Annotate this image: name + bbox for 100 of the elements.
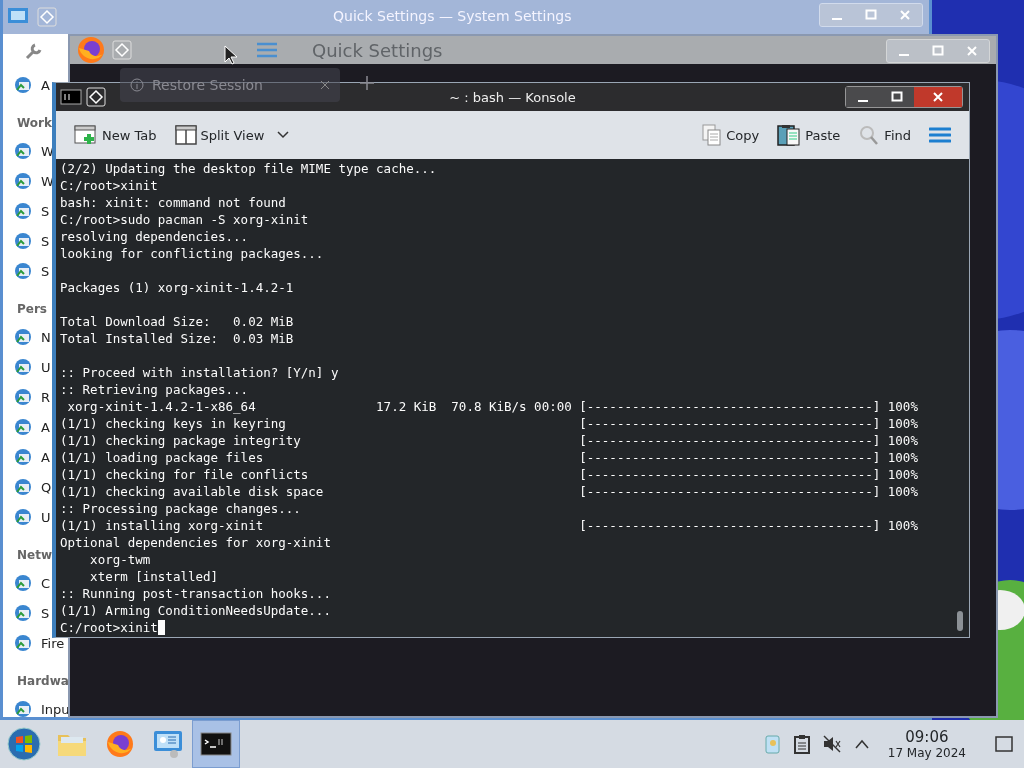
terminal-line: :: Running post-transaction hooks... — [60, 585, 331, 602]
settings-icon — [13, 201, 33, 221]
wrench-icon[interactable] — [23, 42, 43, 62]
sidebar-section-header: Netw — [17, 548, 52, 562]
settings-icon — [13, 417, 33, 437]
terminal-line: xterm [installed] — [89, 568, 219, 585]
sidebar-item[interactable]: C — [41, 575, 51, 591]
sidebar-section-header: Pers — [17, 302, 47, 316]
toolbar-button[interactable]: Paste — [773, 120, 845, 150]
terminal-line: :: Processing package changes... — [60, 500, 301, 517]
scrollbar-handle[interactable] — [957, 611, 963, 631]
terminal-line: looking for conflicting packages... — [60, 245, 324, 262]
minimize-icon — [899, 54, 909, 56]
terminal-line: (1/1) loading package files [--------------------------------------] 100% — [60, 449, 918, 466]
terminal-line: (1/1) checking package integrity [--------------------------------------] 100% — [60, 432, 918, 449]
system-settings-icon — [152, 729, 184, 759]
sidebar-item[interactable]: U — [41, 509, 51, 525]
firefox-icon — [76, 35, 106, 65]
maximize-button[interactable] — [880, 87, 914, 107]
terminal-line: bash: xinit: command not found — [60, 194, 286, 211]
sidebar-item[interactable]: S — [41, 605, 50, 621]
settings-icon — [13, 357, 33, 377]
terminal-line: Total Download Size: 0.02 MiB — [60, 313, 294, 330]
settings-icon — [13, 75, 33, 95]
clock-date[interactable]: 17 May 2024 — [887, 746, 966, 760]
new-tab-icon — [74, 124, 98, 146]
minimize-icon — [858, 100, 868, 102]
minimize-button[interactable] — [846, 87, 880, 107]
terminal-line: Optional dependencies for xorg-xinit — [60, 534, 331, 551]
sidebar-section-header: Work — [17, 116, 52, 130]
sidebar-item[interactable]: S — [41, 263, 50, 279]
settings-icon — [13, 231, 33, 251]
sidebar-item[interactable]: R — [41, 389, 51, 405]
sidebar-item[interactable]: S — [41, 203, 50, 219]
terminal-line: (1/1) Arming ConditionNeedsUpdate... — [60, 602, 331, 619]
toolbar-button[interactable]: Find — [854, 120, 915, 150]
settings-icon — [13, 261, 33, 281]
terminal-line: (1/1) installing xorg-xinit [--------------------------------------] 100% — [60, 517, 918, 534]
taskbar-app-button[interactable] — [192, 720, 240, 768]
sidebar-item[interactable]: Inpu — [41, 701, 70, 717]
sidebar-item[interactable]: Fire — [41, 635, 65, 651]
terminal-icon — [200, 732, 232, 756]
settings-icon — [13, 633, 33, 653]
sidebar-item[interactable]: A — [41, 449, 50, 465]
search-icon — [858, 124, 881, 146]
settings-icon — [13, 603, 33, 623]
settings-icon — [13, 387, 33, 407]
sidebar-item[interactable]: S — [41, 233, 50, 249]
clock-time[interactable]: 09:06 — [905, 728, 949, 746]
page-heading: Quick Settings — [312, 39, 443, 61]
toolbar-button[interactable]: Split View — [170, 121, 295, 149]
terminal-line: Packages (1) xorg-xinit-1.4.2-1 — [60, 279, 294, 296]
settings-icon — [13, 171, 33, 191]
close-button[interactable] — [914, 87, 962, 107]
toolbar-button[interactable]: Copy — [698, 120, 764, 150]
minimize-icon — [832, 18, 842, 20]
caret-icon — [276, 130, 291, 140]
toolbar-button[interactable]: New Tab — [70, 120, 161, 150]
sidebar-item[interactable]: N — [41, 329, 51, 345]
terminal-line: xorg-xinit-1.4.2-1-x86_64 17.2 KiB 70.8 KiB/s 00:00 [--------------------------------------] 100% — [66, 398, 918, 415]
copy-icon — [702, 124, 723, 146]
terminal-line: Total Installed Size: 0.03 MiB — [60, 330, 294, 347]
terminal-line: (1/1) checking for file conflicts [--------------------------------------] 100% — [60, 466, 918, 483]
maximize-icon — [932, 45, 944, 57]
sidebar-item[interactable]: A — [41, 77, 50, 93]
settings-icon — [13, 477, 33, 497]
settings-icon — [13, 573, 33, 593]
maximize-icon — [865, 9, 877, 21]
terminal-icon — [60, 89, 82, 105]
window-title: ~ : bash — Konsole — [449, 89, 576, 105]
terminal-line: C:/root>sudo pacman -S xorg-xinit — [60, 211, 309, 228]
pin-icon[interactable] — [86, 87, 106, 107]
sidebar-item[interactable]: Q — [41, 479, 52, 495]
terminal-line: (1/1) checking keys in keyring [--------------------------------------] 100% — [60, 415, 918, 432]
close-icon — [899, 9, 911, 21]
settings-icon — [13, 141, 33, 161]
show-desktop-icon — [995, 736, 1013, 752]
clipboard-icon[interactable] — [793, 734, 810, 754]
terminal-line: :: Retrieving packages... — [60, 381, 249, 398]
close-icon — [966, 45, 978, 57]
sidebar-item[interactable]: U — [41, 359, 51, 375]
sidebar-section-header: Hardwa — [17, 674, 69, 688]
split-view-icon — [174, 125, 197, 145]
terminal-line: :: Proceed with installation? [Y/n] y — [60, 364, 339, 381]
new-tab-icon[interactable] — [360, 76, 374, 90]
menu-icon — [929, 127, 951, 143]
info-icon — [130, 78, 144, 92]
window-title: Quick Settings — System Settings — [333, 8, 572, 24]
sidebar-item[interactable]: A — [41, 419, 50, 435]
terminal-line: C:/root>xinit — [60, 619, 165, 636]
settings-icon — [13, 507, 33, 527]
start-orb-icon — [7, 727, 41, 761]
chevron-up-icon[interactable] — [853, 738, 870, 750]
close-icon — [932, 91, 944, 103]
mouse-pointer-icon — [224, 45, 238, 65]
close-icon[interactable] — [320, 80, 330, 90]
muted-speaker-icon[interactable] — [821, 734, 842, 754]
firefox-icon — [105, 729, 135, 759]
settings-icon — [13, 327, 33, 347]
settings-icon — [13, 699, 33, 719]
